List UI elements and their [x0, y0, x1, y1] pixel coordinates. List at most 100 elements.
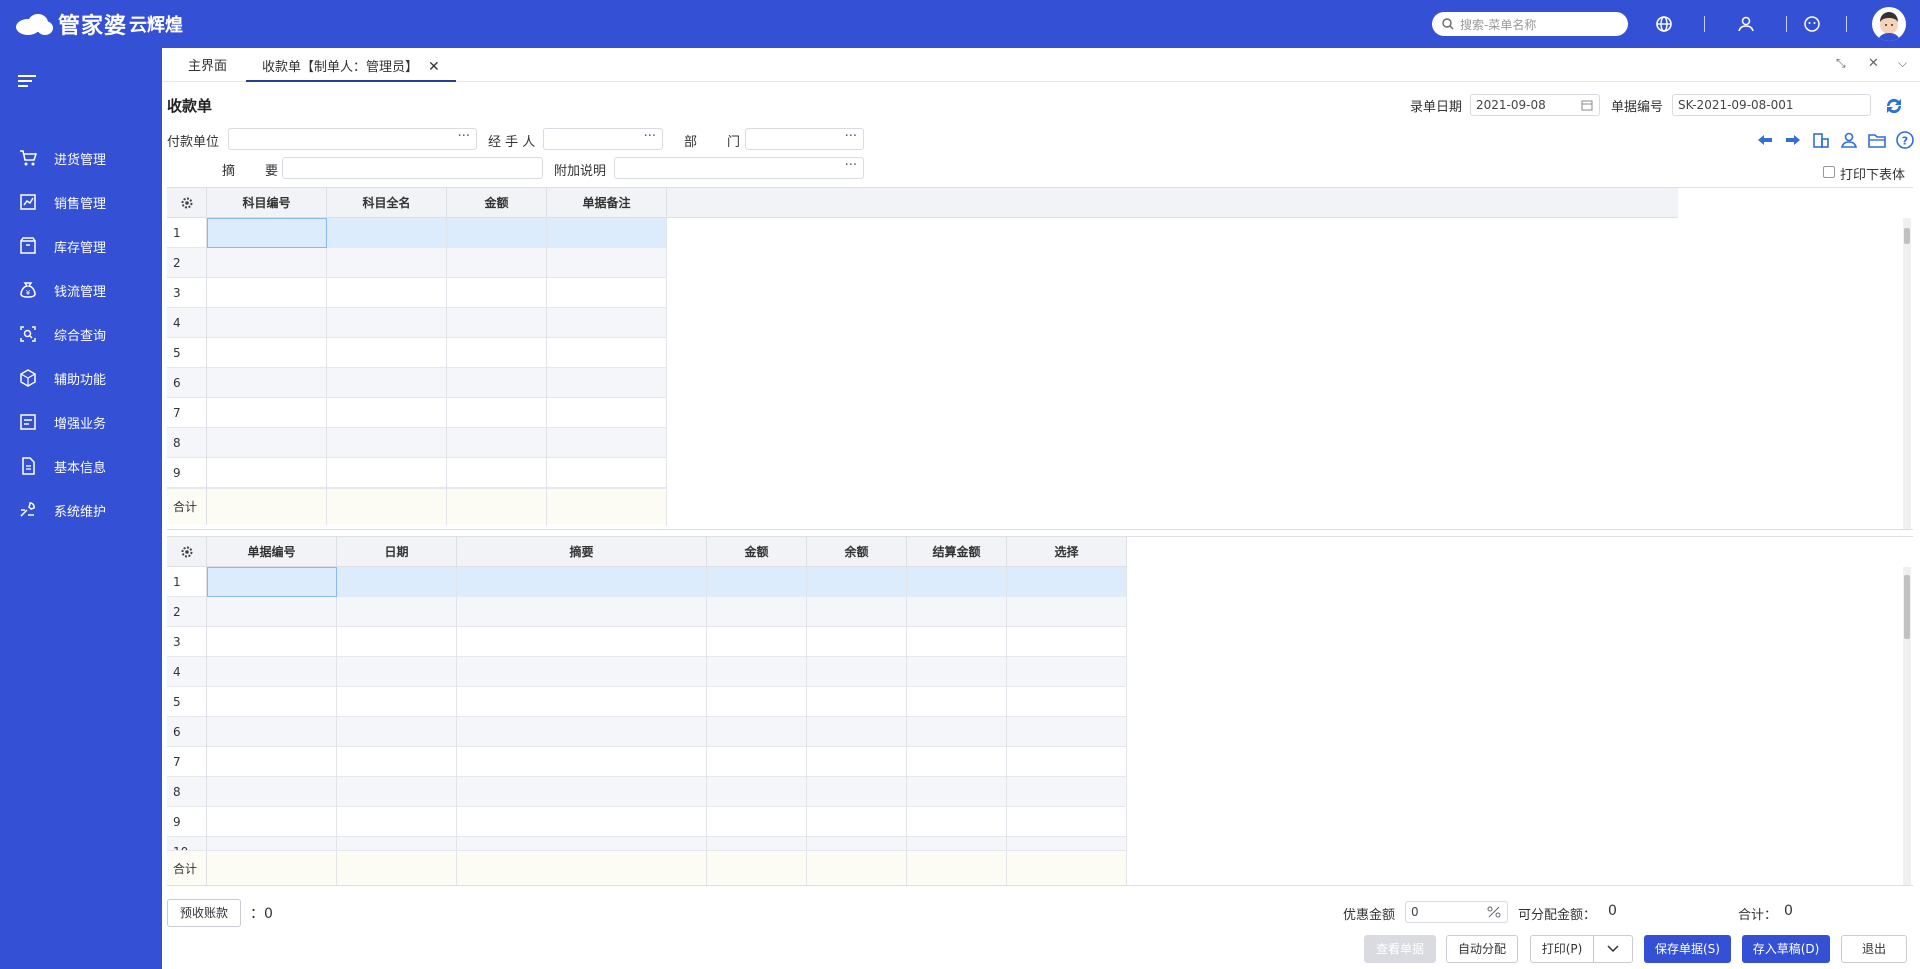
table-cell[interactable]	[327, 368, 447, 398]
table-cell[interactable]	[457, 807, 707, 837]
table-row[interactable]: 2	[167, 248, 667, 278]
table-cell[interactable]	[807, 687, 907, 717]
table-cell[interactable]	[707, 687, 807, 717]
more-icon[interactable]: ···	[458, 127, 470, 147]
column-header[interactable]: 科目编号	[207, 188, 327, 218]
table-cell[interactable]	[207, 428, 327, 458]
table-cell[interactable]	[907, 747, 1007, 777]
table-row[interactable]: 7	[167, 747, 1127, 777]
table-cell[interactable]	[807, 807, 907, 837]
globe-icon[interactable]	[1654, 14, 1674, 34]
exit-button[interactable]: 退出	[1841, 935, 1907, 963]
more-icon[interactable]: ···	[644, 127, 656, 147]
user-switch-icon[interactable]	[1736, 14, 1756, 34]
table-cell[interactable]	[447, 278, 547, 308]
prepaid-button[interactable]: 预收账款	[167, 899, 241, 927]
table-cell[interactable]	[457, 597, 707, 627]
sidebar-item-basic-info[interactable]: 基本信息	[0, 444, 162, 488]
table-cell[interactable]	[207, 458, 327, 488]
table-cell[interactable]	[207, 807, 337, 837]
table-cell[interactable]	[327, 338, 447, 368]
payer-field[interactable]: ···	[228, 128, 477, 150]
table-cell[interactable]	[447, 338, 547, 368]
table-cell[interactable]	[547, 458, 667, 488]
summary-field[interactable]	[282, 157, 543, 179]
table-cell[interactable]	[207, 597, 337, 627]
table-cell[interactable]	[457, 777, 707, 807]
sidebar-item-assist[interactable]: 辅助功能	[0, 356, 162, 400]
chat-icon[interactable]	[1802, 14, 1822, 34]
view-document-button[interactable]: 查看单据	[1364, 935, 1436, 963]
table-cell[interactable]	[337, 717, 457, 747]
table-cell[interactable]	[207, 627, 337, 657]
table-cell[interactable]	[337, 627, 457, 657]
table-cell[interactable]	[327, 398, 447, 428]
table-row[interactable]: 3	[167, 627, 1127, 657]
table-cell[interactable]	[707, 777, 807, 807]
table-row[interactable]: 8	[167, 428, 667, 458]
table-cell[interactable]	[547, 368, 667, 398]
table-cell[interactable]	[207, 747, 337, 777]
sidebar-item-inventory[interactable]: 库存管理	[0, 224, 162, 268]
table-cell[interactable]	[207, 777, 337, 807]
table-cell[interactable]	[457, 657, 707, 687]
table-cell[interactable]	[337, 687, 457, 717]
fullscreen-icon[interactable]: ⤡	[1836, 56, 1852, 72]
scrollbar[interactable]	[1903, 218, 1911, 529]
calendar-icon[interactable]	[1581, 99, 1593, 111]
print-checkbox[interactable]	[1823, 166, 1835, 178]
table-cell[interactable]	[207, 687, 337, 717]
table-cell[interactable]	[707, 597, 807, 627]
table-cell[interactable]	[337, 777, 457, 807]
more-icon[interactable]: ···	[845, 127, 857, 147]
column-header[interactable]: 科目全名	[327, 188, 447, 218]
table-row[interactable]: 3	[167, 278, 667, 308]
help-icon[interactable]: ?	[1895, 130, 1915, 150]
sidebar-item-purchase[interactable]: 进货管理	[0, 136, 162, 180]
table-cell[interactable]	[907, 717, 1007, 747]
table-cell[interactable]	[907, 657, 1007, 687]
table-cell[interactable]	[707, 747, 807, 777]
folder-icon[interactable]	[1867, 130, 1887, 150]
table-cell[interactable]	[1007, 747, 1127, 777]
table-row[interactable]: 6	[167, 717, 1127, 747]
note-field[interactable]: ···	[614, 157, 864, 179]
close-icon[interactable]: ✕	[1868, 56, 1884, 72]
table-cell[interactable]	[207, 567, 337, 597]
table-cell[interactable]	[1007, 777, 1127, 807]
table-cell[interactable]	[457, 687, 707, 717]
table-row[interactable]: 7	[167, 398, 667, 428]
column-header[interactable]: 金额	[447, 188, 547, 218]
user-avatar[interactable]	[1872, 7, 1906, 41]
table-cell[interactable]	[807, 567, 907, 597]
table-cell[interactable]	[907, 777, 1007, 807]
table-cell[interactable]	[907, 597, 1007, 627]
table-cell[interactable]	[447, 458, 547, 488]
table-cell[interactable]	[337, 567, 457, 597]
table-cell[interactable]	[337, 657, 457, 687]
table-cell[interactable]	[547, 218, 667, 248]
table-cell[interactable]	[1007, 807, 1127, 837]
menu-toggle-icon[interactable]	[18, 74, 36, 88]
save-draft-button[interactable]: 存入草稿(D)	[1742, 935, 1830, 963]
date-field[interactable]: 2021-09-08	[1470, 94, 1600, 116]
gear-icon[interactable]	[167, 188, 207, 218]
scrollbar[interactable]	[1903, 567, 1911, 885]
table-row[interactable]: 1	[167, 218, 667, 248]
tab-receipt[interactable]: 收款单【制单人：管理员】 ✕	[246, 48, 456, 82]
dept-field[interactable]: ···	[745, 128, 864, 150]
table-row[interactable]: 9	[167, 458, 667, 488]
percent-icon[interactable]	[1487, 906, 1501, 918]
table-cell[interactable]	[337, 807, 457, 837]
table-cell[interactable]	[1007, 627, 1127, 657]
sidebar-item-sales[interactable]: 销售管理	[0, 180, 162, 224]
table-cell[interactable]	[1007, 597, 1127, 627]
person-icon[interactable]	[1839, 130, 1859, 150]
arrow-left-icon[interactable]	[1755, 130, 1775, 150]
close-icon[interactable]: ✕	[428, 59, 440, 75]
table-row[interactable]: 6	[167, 368, 667, 398]
sidebar-item-system[interactable]: 系统维护	[0, 488, 162, 532]
handler-field[interactable]: ···	[543, 128, 663, 150]
table-cell[interactable]	[907, 807, 1007, 837]
arrow-right-icon[interactable]	[1783, 130, 1803, 150]
